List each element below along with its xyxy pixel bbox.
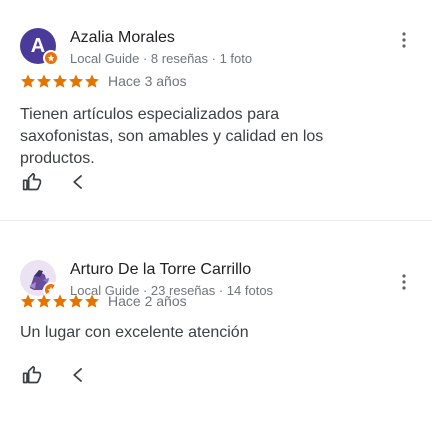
star-rating xyxy=(20,293,100,309)
avatar[interactable]: A xyxy=(20,28,59,66)
star-icon xyxy=(21,294,35,308)
thumb-up-icon xyxy=(22,172,42,191)
divider xyxy=(0,220,432,221)
star-icon xyxy=(37,294,51,308)
author-meta: Local Guide · 8 reseñas · 1 foto xyxy=(70,51,253,66)
avatar[interactable] xyxy=(20,260,56,296)
review-actions xyxy=(20,170,90,194)
rating-row: Hace 3 años xyxy=(20,73,187,89)
author-name[interactable]: Azalia Morales xyxy=(70,28,252,48)
review-card: A Azalia Morales Local Guide · 8 reseñas… xyxy=(0,0,432,212)
review-date: Hace 3 años xyxy=(108,73,187,89)
share-icon xyxy=(73,175,82,189)
star-icon xyxy=(69,74,83,88)
author-name[interactable]: Arturo De la Torre Carrillo xyxy=(70,260,273,280)
share-button[interactable] xyxy=(66,363,90,387)
more-vert-icon[interactable] xyxy=(392,270,416,294)
more-vert-icon[interactable] xyxy=(392,28,416,52)
review-actions xyxy=(20,363,90,387)
star-icon xyxy=(85,74,99,88)
review-date: Hace 2 años xyxy=(108,293,187,309)
review-card: Arturo De la Torre Carrillo Local Guide … xyxy=(0,230,432,434)
star-icon xyxy=(21,74,35,88)
star-rating xyxy=(20,73,100,89)
share-button[interactable] xyxy=(66,170,90,194)
local-guide-badge-icon xyxy=(43,50,59,66)
like-button[interactable] xyxy=(20,170,44,194)
review-header: A Azalia Morales Local Guide · 8 reseñas… xyxy=(20,28,252,68)
star-icon xyxy=(69,294,83,308)
review-text: Tienen artículos especializados para sax… xyxy=(20,106,324,167)
star-icon xyxy=(53,294,67,308)
star-icon xyxy=(85,294,99,308)
like-button[interactable] xyxy=(20,363,44,387)
review-text: Un lugar con excelente atención xyxy=(20,324,249,341)
star-icon xyxy=(37,74,51,88)
rating-row: Hace 2 años xyxy=(20,293,187,309)
star-icon xyxy=(53,74,67,88)
thumb-up-icon xyxy=(22,365,42,384)
share-icon xyxy=(73,368,82,382)
